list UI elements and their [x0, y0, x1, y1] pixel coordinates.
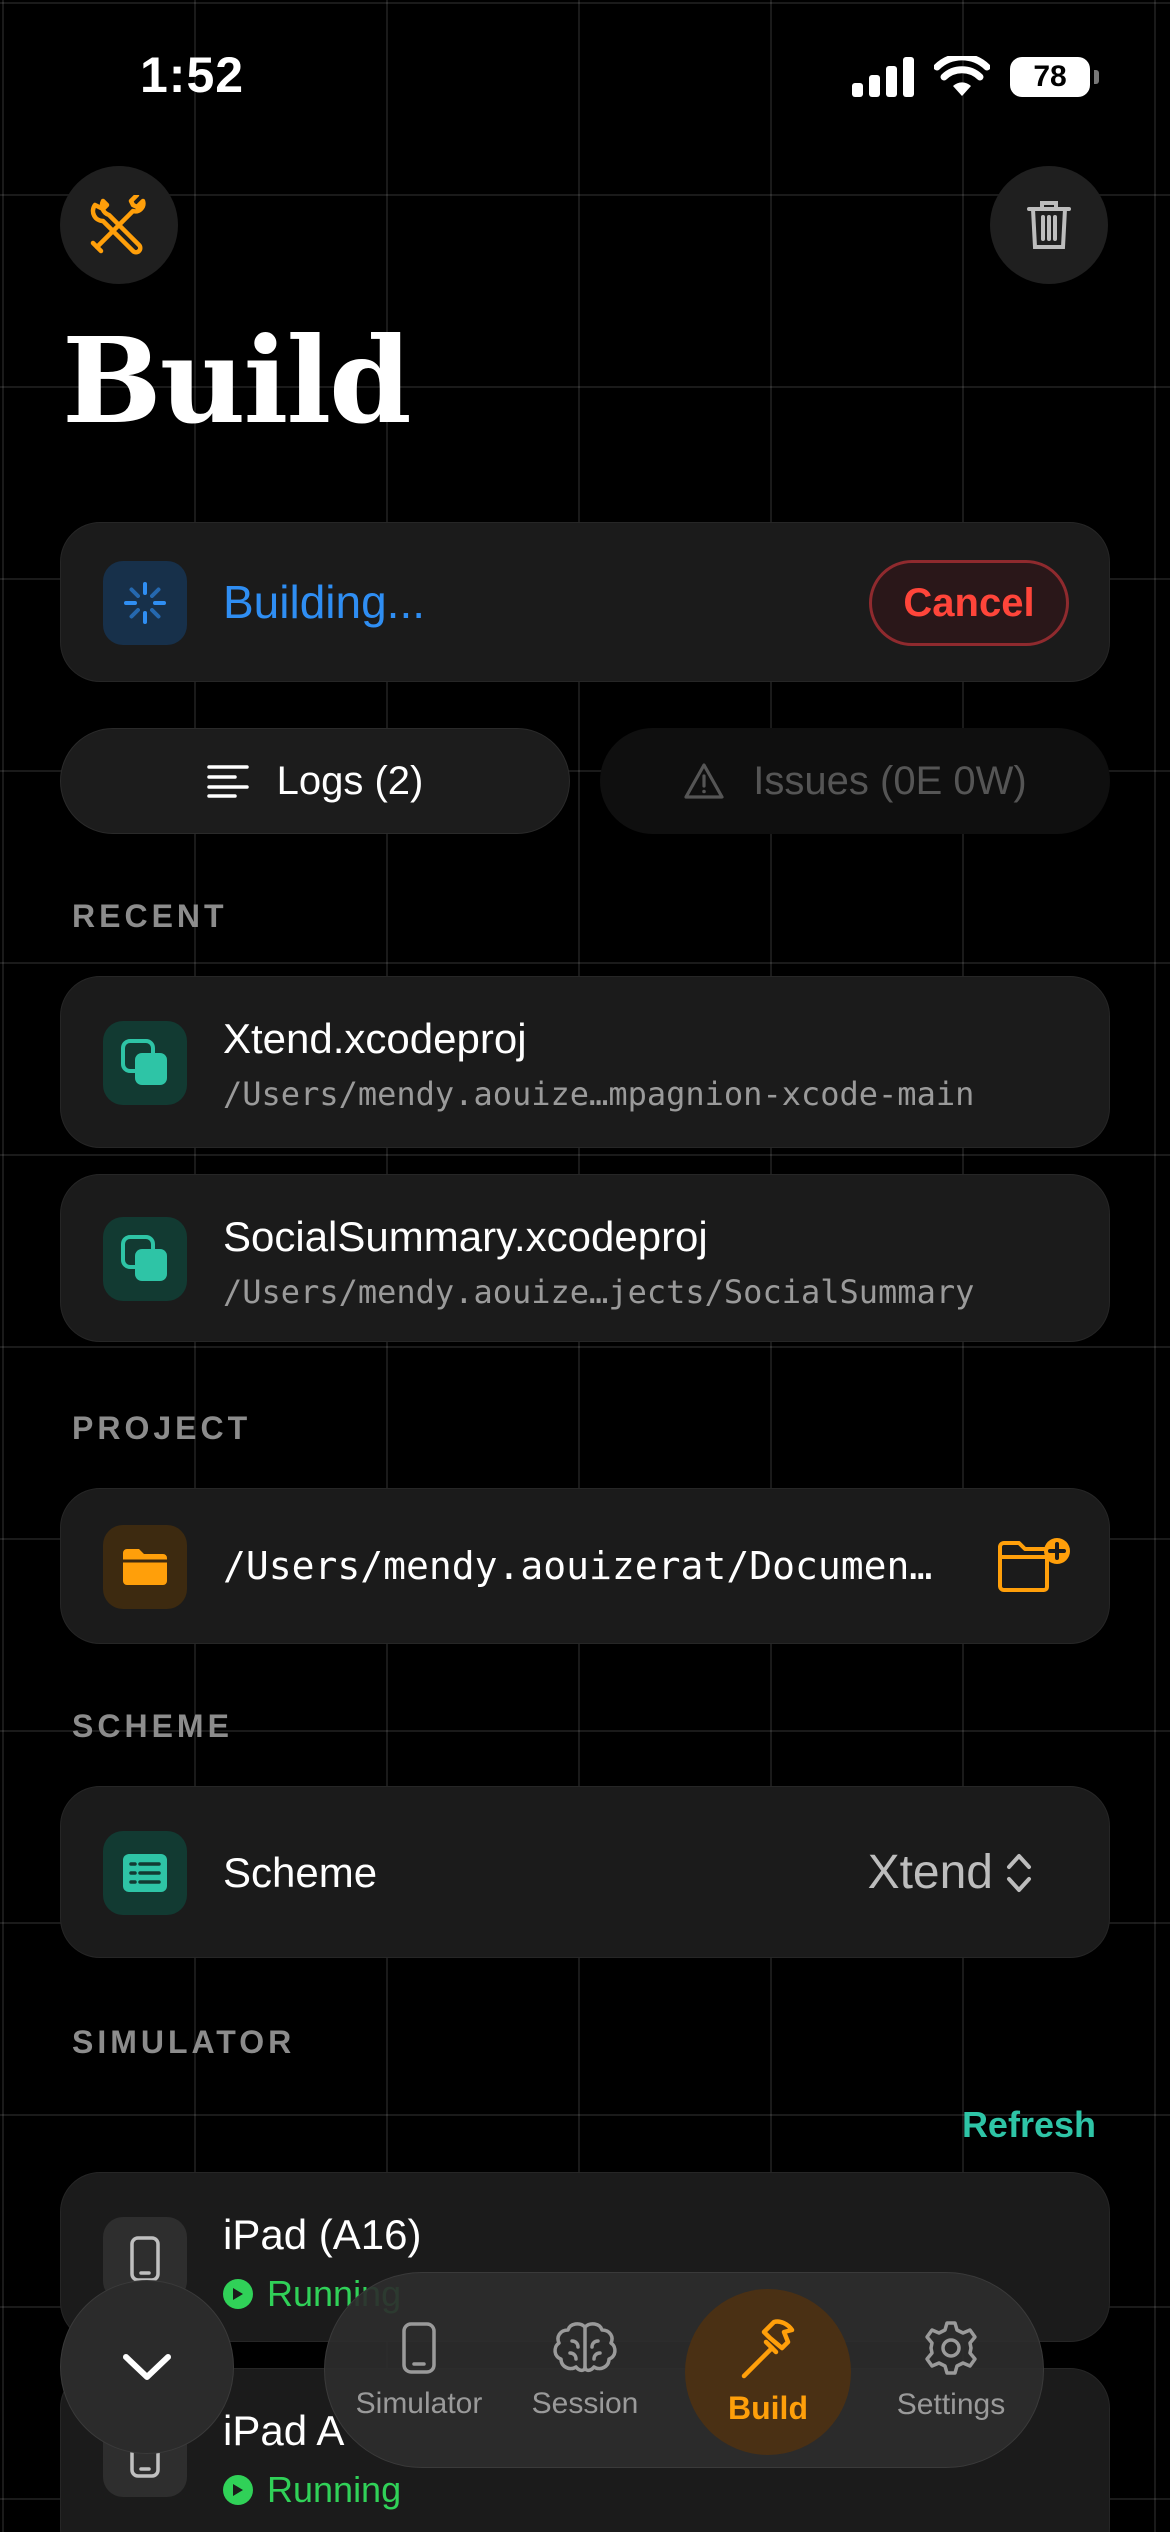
play-icon — [223, 2279, 253, 2309]
spinner-icon — [124, 582, 166, 624]
chevron-down-icon — [123, 2354, 171, 2380]
status-time: 1:52 — [140, 47, 245, 103]
scheme-value: Xtend — [867, 1846, 993, 1899]
status-icons: 78 — [852, 56, 1099, 98]
tab-simulator[interactable]: Simulator — [335, 2273, 503, 2469]
section-label-scheme: SCHEME — [72, 1708, 233, 1744]
cancel-button[interactable]: Cancel — [869, 560, 1069, 646]
stacked-squares-icon — [121, 1235, 167, 1281]
recent-item[interactable]: SocialSummary.xcodeproj /Users/mendy.aou… — [60, 1174, 1110, 1342]
device-status-label: Running — [267, 2469, 402, 2510]
gear-icon — [925, 2321, 977, 2375]
battery-indicator: 78 — [1010, 57, 1099, 97]
recent-item-path: /Users/mendy.aouize…jects/SocialSummary — [223, 1273, 975, 1311]
tab-simulator-label: Simulator — [355, 2387, 483, 2420]
tab-bar: Simulator Session Build Settings — [324, 2272, 1044, 2468]
tab-issues-label: Issues (0E 0W) — [753, 758, 1027, 803]
recent-item-name: Xtend.xcodeproj — [223, 1015, 527, 1062]
chevron-up-down-icon — [1007, 1854, 1031, 1892]
device-name: iPad (A16) — [223, 2211, 422, 2258]
wifi-icon — [934, 56, 990, 96]
spinner-tile — [103, 561, 187, 645]
recent-item[interactable]: Xtend.xcodeproj /Users/mendy.aouize…mpag… — [60, 976, 1110, 1148]
xcodeproj-tile — [103, 1217, 187, 1301]
list-box-icon — [123, 1854, 167, 1892]
list-icon — [206, 765, 249, 798]
tab-build-label: Build — [728, 2389, 808, 2426]
trash-button[interactable] — [990, 166, 1108, 284]
tools-icon — [90, 195, 146, 255]
tab-session-label: Session — [531, 2387, 639, 2420]
xcodeproj-tile — [103, 1021, 187, 1105]
build-status-card: Building... Cancel — [60, 522, 1110, 682]
tab-build[interactable]: Build — [685, 2289, 851, 2455]
section-label-project: PROJECT — [72, 1410, 252, 1446]
tools-button[interactable] — [60, 166, 178, 284]
scheme-tile — [103, 1831, 187, 1915]
brain-icon — [553, 2322, 617, 2373]
tab-settings-label: Settings — [896, 2388, 1006, 2421]
build-status-text: Building... — [223, 576, 426, 628]
recent-item-name: SocialSummary.xcodeproj — [223, 1213, 708, 1260]
play-icon — [223, 2475, 253, 2505]
refresh-button[interactable]: Refresh — [962, 2104, 1096, 2146]
phone-icon — [402, 2322, 436, 2374]
page-title: Build — [62, 311, 412, 450]
project-path-card[interactable]: /Users/mendy.aouizerat/Documen… — [60, 1488, 1110, 1644]
phone-icon — [130, 2236, 160, 2282]
recent-item-path: /Users/mendy.aouize…mpagnion-xcode-main — [223, 1075, 975, 1113]
tab-issues[interactable]: Issues (0E 0W) — [600, 728, 1110, 834]
cellular-signal-icon — [852, 57, 914, 97]
device-status: Running — [223, 2469, 401, 2511]
section-label-recent: RECENT — [72, 898, 228, 934]
scheme-title: Scheme — [223, 1849, 378, 1896]
tab-session[interactable]: Session — [501, 2273, 669, 2469]
tab-settings[interactable]: Settings — [867, 2273, 1035, 2469]
section-label-simulator: SIMULATOR — [72, 2024, 296, 2060]
scheme-picker[interactable]: Scheme Xtend — [60, 1786, 1110, 1958]
folder-add-icon[interactable] — [997, 1535, 1073, 1593]
trash-icon — [1027, 201, 1071, 249]
stacked-squares-icon — [121, 1039, 167, 1085]
tab-logs[interactable]: Logs (2) — [60, 728, 570, 834]
hammer-icon — [741, 2318, 795, 2378]
tab-logs-label: Logs (2) — [276, 758, 424, 803]
collapse-button[interactable] — [60, 2280, 234, 2454]
device-name: iPad A — [223, 2407, 345, 2454]
warning-icon — [684, 763, 724, 799]
folder-tile — [103, 1525, 187, 1609]
project-path: /Users/mendy.aouizerat/Documen… — [223, 1544, 933, 1588]
folder-icon — [123, 1549, 167, 1585]
